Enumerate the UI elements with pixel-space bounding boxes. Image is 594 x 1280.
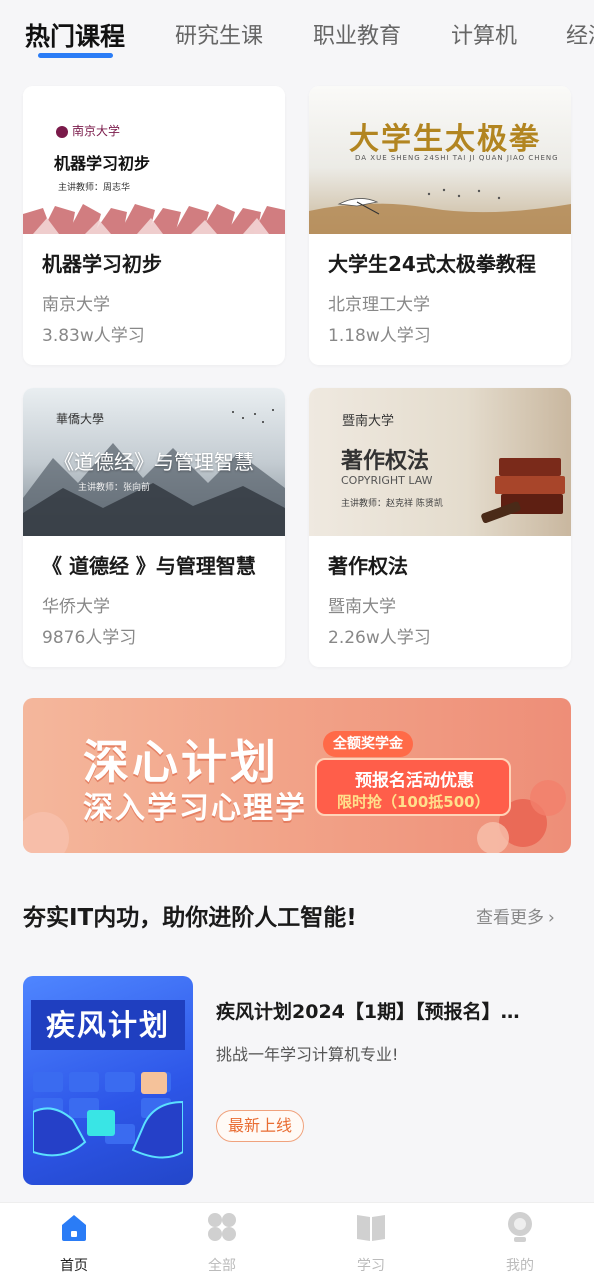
scholarship-pill: 全额奖学金 [323,731,413,757]
tab-economics[interactable]: 经济 [566,18,594,50]
promo-banner[interactable]: 深心计划 深入学习心理学 全额奖学金 预报名活动优惠 限时抢（100抵500） [23,698,571,853]
course-learners: 3.83w人学习 [42,326,145,346]
course-title: 《 道德经 》与管理智慧 [42,554,256,578]
course-school: 华侨大学 [42,597,110,617]
nav-label: 学习 [357,1258,385,1274]
course-title: 著作权法 [328,554,408,578]
active-tab-indicator [38,53,113,58]
nav-label: 首页 [60,1258,88,1274]
course-card[interactable]: 暨南大学 著作权法 COPYRIGHT LAW 主讲教师：赵克祥 陈贤凯 著作权… [309,388,571,667]
crane-landscape-icon [309,188,571,234]
featured-cover[interactable]: 疾风计划 [23,976,193,1185]
tab-computer[interactable]: 计算机 [451,18,517,50]
chevron-right-icon: › [548,908,555,928]
cover-title: 《道德经》与管理智慧 [54,450,254,474]
tab-graduate[interactable]: 研究生课 [175,18,263,50]
home-icon [62,1215,86,1241]
course-title: 机器学习初步 [42,252,162,276]
see-more-link[interactable]: 查看更多 › [476,903,555,928]
nav-label: 我的 [506,1258,534,1274]
course-cover: 大学生太极拳 DA XUE SHENG 24SHI TAI JI QUAN JI… [309,86,571,234]
featured-cover-title: 疾风计划 [31,1000,185,1050]
profile-icon [508,1212,532,1242]
nav-item-home[interactable]: 首页 [14,1203,134,1280]
course-learners: 9876人学习 [42,628,137,648]
course-card[interactable]: 南京大学 机器学习初步 主讲教师：周志华 机器学习初步 南京大学 3.83w人学… [23,86,285,365]
promo-deal: 限时抢（100抵500） [337,793,490,811]
nav-item-all[interactable]: 全部 [162,1203,282,1280]
cover-teacher: 主讲教师：张向前 [78,483,151,493]
featured-title[interactable]: 疾风计划2024【1期】【预报名】… [216,997,572,1024]
section-title: 夯实IT内功，助你进阶人工智能! [23,905,357,931]
nav-label: 全部 [208,1258,236,1274]
course-learners: 2.26w人学习 [328,628,431,648]
decorative-pattern-icon [23,204,285,234]
new-badge: 最新上线 [216,1110,305,1142]
course-card[interactable]: 華僑大學 《道德经》与管理智慧 主讲教师：张向前 《 道德经 》与管理智慧 华侨… [23,388,285,667]
course-cover: 暨南大学 著作权法 COPYRIGHT LAW 主讲教师：赵克祥 陈贤凯 [309,388,571,536]
category-tabs: 热门课程 研究生课 职业教育 计算机 经济 [0,0,594,72]
featured-subtitle: 挑战一年学习计算机专业! [216,1045,399,1064]
course-cover: 南京大学 机器学习初步 主讲教师：周志华 [23,86,285,234]
university-logo: 華僑大學 [56,412,105,426]
tab-vocational[interactable]: 职业教育 [313,18,401,50]
course-school: 暨南大学 [328,597,396,617]
course-learners: 1.18w人学习 [328,326,431,346]
course-school: 南京大学 [42,295,110,315]
promo-text: 预报名活动优惠 [355,771,474,791]
books-gavel-icon [481,458,565,524]
course-cover: 華僑大學 《道德经》与管理智慧 主讲教师：张向前 [23,388,285,536]
book-icon [357,1215,385,1241]
course-school: 北京理工大学 [328,295,430,315]
course-title: 大学生24式太极拳教程 [328,252,536,276]
bottom-nav: 首页 全部 学习 我的 [0,1202,594,1280]
banner-subheadline: 深入学习心理学 [83,791,307,826]
see-more-label: 查看更多 [476,908,544,928]
tab-hot-courses[interactable]: 热门课程 [25,17,125,53]
grid-icon [208,1213,236,1241]
keyboard-hands-icon [33,1072,183,1159]
promo-box: 预报名活动优惠 限时抢（100抵500） [315,758,511,816]
course-card[interactable]: 大学生太极拳 DA XUE SHENG 24SHI TAI JI QUAN JI… [309,86,571,365]
nav-item-profile[interactable]: 我的 [460,1203,580,1280]
nav-item-study[interactable]: 学习 [311,1203,431,1280]
